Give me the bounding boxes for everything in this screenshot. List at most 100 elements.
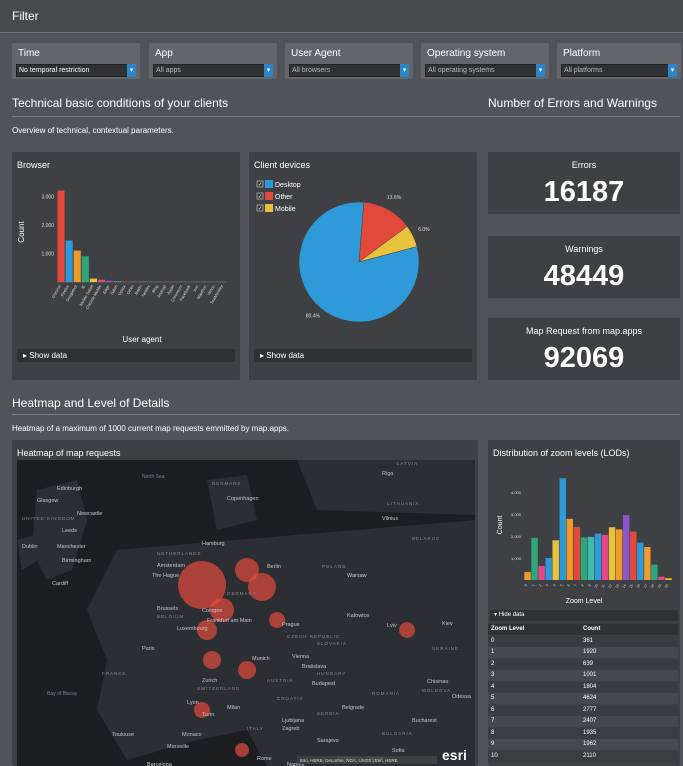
show-data-label: Show data bbox=[29, 351, 68, 360]
chevron-down-icon[interactable]: ▾ bbox=[400, 64, 409, 77]
browser-bar[interactable] bbox=[114, 281, 122, 282]
browser-bar[interactable] bbox=[97, 279, 106, 282]
show-data-toggle[interactable]: ▸ Show data bbox=[254, 349, 472, 362]
city-label: Turin bbox=[202, 712, 214, 718]
country-label: AUSTRIA bbox=[267, 678, 294, 683]
country-label: GERMANY bbox=[227, 591, 257, 596]
zoom-bar[interactable] bbox=[594, 533, 602, 580]
platform-select[interactable]: All platforms bbox=[561, 64, 677, 77]
y-tick-label: 1,000 bbox=[41, 251, 54, 257]
zoom-bar[interactable] bbox=[580, 537, 588, 580]
browser-bar[interactable] bbox=[73, 250, 81, 282]
os-filter[interactable]: Operating system All operating systems ▾ bbox=[421, 43, 549, 79]
time-filter[interactable]: Time No temporal restriction ▾ bbox=[12, 43, 140, 79]
browser-bar[interactable] bbox=[89, 278, 97, 282]
table-cell: 9 bbox=[491, 741, 495, 747]
user-agent-select[interactable]: All browsers bbox=[289, 64, 409, 77]
zoom-bar[interactable] bbox=[637, 542, 644, 580]
zoom-bar[interactable] bbox=[644, 547, 651, 580]
x-tick-label: 18 bbox=[650, 583, 655, 588]
zoom-bar[interactable] bbox=[658, 576, 665, 580]
zoom-bar[interactable] bbox=[615, 529, 623, 580]
browser-bar[interactable] bbox=[65, 240, 73, 282]
city-label: Vienna bbox=[292, 654, 310, 660]
city-label: Newcastle bbox=[77, 511, 102, 517]
chevron-down-icon[interactable]: ▾ bbox=[536, 64, 545, 77]
country-label: FRANCE bbox=[102, 671, 127, 676]
city-label: Toulouse bbox=[112, 732, 134, 738]
table-cell: 1 bbox=[491, 649, 495, 655]
landmass-europe bbox=[87, 520, 475, 766]
browser-bar[interactable] bbox=[57, 190, 65, 282]
app-select[interactable]: All apps bbox=[153, 64, 273, 77]
table-cell: 7 bbox=[491, 718, 495, 724]
os-select[interactable]: All operating systems bbox=[425, 64, 545, 77]
zoom-bar[interactable] bbox=[651, 564, 658, 580]
zoom-bar-chart: 1,0002,0003,0004,000Count0 1 2 3 4 5 6 7 8 9 10 11 1… bbox=[497, 478, 672, 589]
city-label: Zagreb bbox=[282, 726, 299, 732]
country-label: CROATIA bbox=[277, 696, 304, 701]
chevron-down-icon[interactable]: ▾ bbox=[264, 64, 273, 77]
y-axis-label: Count bbox=[17, 221, 26, 243]
x-tick-label: 3 bbox=[545, 583, 549, 587]
x-tick-label: 11 bbox=[601, 583, 606, 588]
chevron-down-icon[interactable]: ▾ bbox=[668, 64, 677, 77]
browser-bar[interactable] bbox=[81, 256, 89, 282]
city-label: Monaco bbox=[182, 732, 202, 738]
zoom-bar[interactable] bbox=[665, 578, 672, 580]
app-filter[interactable]: App All apps ▾ bbox=[149, 43, 277, 79]
user-agent-filter[interactable]: User Agent All browsers ▾ bbox=[285, 43, 413, 79]
landmass-uk bbox=[32, 480, 87, 580]
zoom-bar[interactable] bbox=[601, 534, 609, 580]
zoom-bar[interactable] bbox=[573, 527, 581, 580]
city-label: Vilnius bbox=[382, 516, 398, 522]
zoom-bar[interactable] bbox=[622, 515, 630, 580]
heatmap-spot bbox=[248, 573, 276, 601]
sea-label: Bay of Biscay bbox=[47, 691, 78, 697]
city-label: Budapest bbox=[312, 681, 336, 687]
time-select[interactable]: No temporal restriction bbox=[16, 64, 136, 77]
zoom-bar[interactable] bbox=[545, 557, 552, 580]
table-cell: 1804 bbox=[583, 683, 597, 690]
hide-data-toggle[interactable]: ▾ Hide data bbox=[490, 610, 678, 621]
browser-bar[interactable] bbox=[106, 280, 114, 282]
heatmap-section-title: Heatmap and Level of Details bbox=[12, 396, 170, 410]
country-label: SLOVAKIA bbox=[317, 641, 347, 646]
zoom-bar[interactable] bbox=[587, 536, 595, 580]
table-header-cell: Count bbox=[583, 626, 601, 632]
zoom-bar[interactable] bbox=[566, 518, 574, 580]
zoom-bar[interactable] bbox=[559, 478, 566, 580]
table-cell: 4 bbox=[491, 683, 495, 690]
time-filter-label: Time bbox=[18, 48, 40, 59]
city-label: Milan bbox=[227, 705, 240, 711]
table-cell: 361 bbox=[583, 637, 594, 644]
x-tick-label: 8 bbox=[580, 583, 584, 587]
zoom-bar[interactable] bbox=[538, 565, 545, 580]
warnings-value: 48449 bbox=[543, 260, 625, 292]
map-canvas[interactable]: Edinburgh Glasgow Newcastle Leeds Manchester… bbox=[17, 460, 475, 766]
platform-filter-label: Platform bbox=[563, 48, 601, 59]
table-cell: 3 bbox=[491, 672, 495, 678]
chevron-down-icon[interactable]: ▾ bbox=[127, 64, 136, 77]
x-tick-label: 15 bbox=[629, 583, 634, 588]
zoom-bar[interactable] bbox=[531, 537, 538, 580]
zoom-bar[interactable] bbox=[524, 572, 531, 580]
zoom-bar[interactable] bbox=[608, 527, 616, 580]
zoom-bar[interactable] bbox=[630, 531, 637, 580]
browser-bar-chart: 1,0002,0003,000CountChromeFirefoxGoogleb… bbox=[17, 190, 227, 344]
show-data-toggle[interactable]: ▸ Show data bbox=[17, 349, 235, 362]
map-requests-stat-card: Map Request from map.apps 92069 bbox=[488, 318, 680, 380]
city-label: Amsterdam bbox=[157, 563, 186, 569]
platform-filter[interactable]: Platform All platforms ▾ bbox=[557, 43, 681, 79]
x-tick-label: Opera bbox=[117, 283, 127, 296]
city-label: Prague bbox=[282, 622, 300, 628]
heatmap-map[interactable]: Edinburgh Glasgow Newcastle Leeds Manchester… bbox=[17, 460, 475, 766]
city-label: Riga bbox=[382, 471, 394, 477]
city-label: Berlin bbox=[267, 564, 281, 570]
zoom-xlabel: Zoom Level bbox=[565, 598, 603, 605]
zoom-bar[interactable] bbox=[552, 540, 559, 580]
x-tick-label: 1 bbox=[531, 583, 535, 587]
check-icon: ✓ bbox=[258, 182, 262, 188]
table-row: 8 1935 bbox=[488, 727, 678, 739]
slice-label: 6.0% bbox=[418, 227, 430, 233]
